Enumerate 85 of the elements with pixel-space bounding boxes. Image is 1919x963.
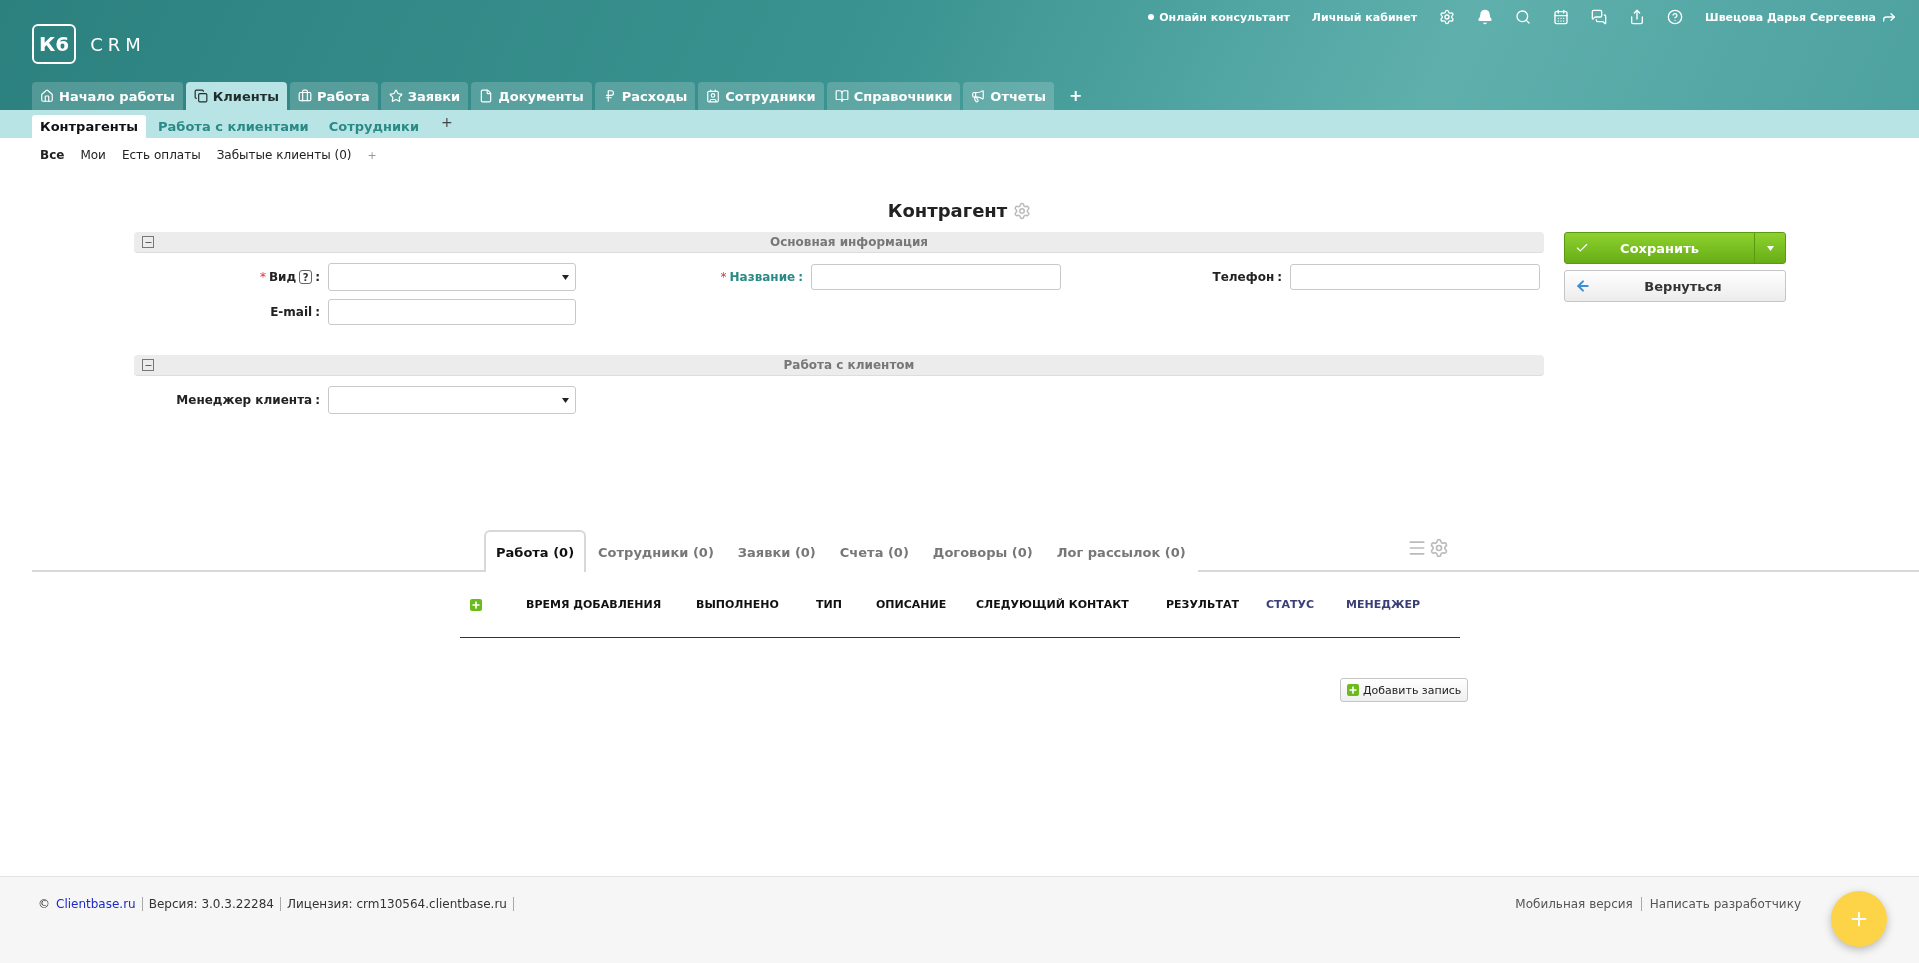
add-sub-tab[interactable]: + [431,114,463,138]
nav-tab[interactable]: Документы [471,82,592,110]
check-icon [1575,241,1589,255]
plus-icon [1347,684,1359,696]
site-link[interactable]: Clientbase.ru [56,897,136,911]
page-title: Контрагент [887,200,1008,221]
field-label: E-mail : [269,305,320,319]
section-title: Работа с клиентом [782,358,916,372]
document-icon [479,89,494,103]
megaphone-icon [971,89,986,103]
column-header[interactable]: СЛЕДУЮЩИЙ КОНТАКТ [976,598,1129,611]
caret-icon [562,274,569,280]
top-link[interactable]: Онлайн консультант [1148,10,1290,24]
column-header[interactable]: СТАТУС [1266,598,1315,611]
input-field[interactable] [1290,264,1540,290]
filter-link[interactable]: Есть оплаты [121,148,201,162]
column-header[interactable]: ТИП [816,598,842,611]
select-field[interactable] [328,386,576,414]
filter-link[interactable]: Все [40,148,65,162]
field-label: Телефон : [1211,270,1282,284]
section-header[interactable]: Работа с клиентом [134,355,1544,376]
section-header[interactable]: Основная информация [134,232,1544,253]
settings-icon[interactable] [1429,538,1449,558]
calendar-icon[interactable] [1553,9,1570,25]
briefcase-icon [298,89,313,103]
column-header[interactable]: ВРЕМЯ ДОБАВЛЕНИЯ [526,598,662,611]
help-icon[interactable] [1667,9,1684,25]
back-button[interactable]: Вернуться [1564,270,1786,302]
add-record-button[interactable]: Добавить запись [1340,678,1469,702]
contact-icon [706,89,721,103]
sub-tab[interactable]: Контрагенты [32,115,147,138]
footer-link[interactable]: Написать разработчику [1640,897,1809,911]
filter-link[interactable]: Забытые клиенты (0) [216,148,352,162]
footer-text: Версия: 3.0.3.22284 [141,897,274,911]
help-icon[interactable]: ? [299,270,313,284]
sub-tab[interactable]: Сотрудники [320,115,428,138]
home-icon [40,89,54,103]
nav-tab[interactable]: Работа [290,82,378,110]
search-icon[interactable] [1515,9,1532,25]
add-filter[interactable]: + [367,148,377,162]
detail-tab[interactable]: Работа (0) [484,530,587,572]
collapse-icon[interactable] [142,236,154,248]
column-header[interactable]: РЕЗУЛЬТАТ [1166,598,1239,611]
nav-tab[interactable]: Расходы [594,82,696,110]
settings-icon[interactable] [1439,9,1456,25]
chat-icon[interactable] [1591,9,1608,25]
add-tab[interactable]: + [1057,86,1095,110]
copyright-sign: © [37,897,50,911]
save-button[interactable]: Сохранить [1564,232,1786,264]
select-field[interactable] [328,263,576,291]
logo-text: CRM [90,33,146,55]
field-label: Менеджер клиента : [175,393,320,407]
nav-tab[interactable]: Справочники [826,82,961,110]
export-icon[interactable] [1629,9,1646,25]
filter-link[interactable]: Мои [80,148,106,162]
footer-text: Лицензия: crm130564.clientbase.ru [279,897,514,911]
caret-icon [562,397,569,403]
nav-tab[interactable]: Отчеты [963,82,1054,110]
input-field[interactable] [328,299,576,325]
copy-icon [193,89,208,103]
menu-icon[interactable] [1407,538,1427,558]
nav-tab[interactable]: Заявки [380,82,469,110]
sub-tab[interactable]: Работа с клиентами [150,115,317,138]
column-header[interactable]: ОПИСАНИЕ [876,598,947,611]
star-icon [388,89,403,103]
book-icon [834,89,849,103]
nav-tab[interactable]: Клиенты [185,82,288,110]
footer-link[interactable]: Мобильная версия [1507,897,1641,911]
add-icon[interactable] [470,598,482,611]
bell-icon[interactable] [1477,9,1494,25]
column-header[interactable]: ВЫПОЛНЕНО [696,598,779,611]
input-field[interactable] [811,264,1061,290]
settings-icon[interactable] [1013,201,1032,220]
arrow-left-icon [1575,278,1591,294]
nav-tab[interactable]: Сотрудники [698,82,824,110]
nav-tab[interactable]: Начало работы [32,82,183,110]
collapse-icon[interactable] [142,359,154,371]
field-label: * Название : [719,270,803,284]
field-label: * Вид ? : [258,270,320,284]
column-header[interactable]: МЕНЕДЖЕР [1346,598,1421,611]
user-name[interactable]: Швецова Дарья Сергеевна [1705,9,1897,25]
status-dot [1148,14,1155,20]
section-title: Основная информация [768,235,930,249]
logo-badge[interactable]: К6 [32,24,77,64]
top-link[interactable]: Личный кабинет [1311,10,1418,24]
